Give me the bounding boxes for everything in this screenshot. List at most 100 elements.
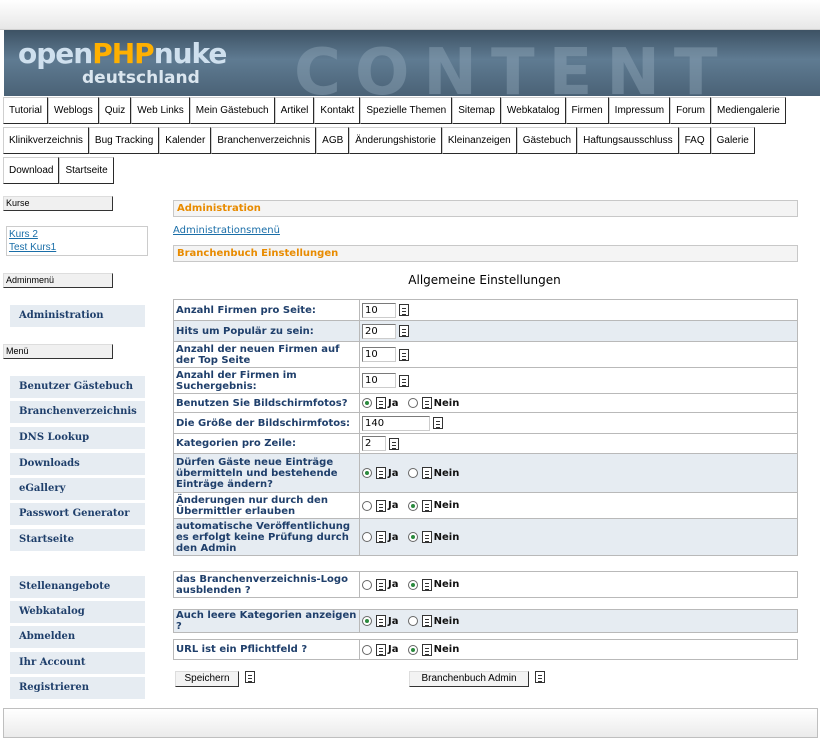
empty-categories-yes-radio[interactable] [362, 616, 372, 626]
nav-tab[interactable]: FAQ [678, 127, 711, 154]
kurs-link[interactable]: Test Kurs1 [7, 241, 147, 254]
sidebar-menu-item[interactable]: Stellenangebote [10, 576, 145, 598]
setting-value: Ja Nein [359, 393, 798, 413]
nav-tab[interactable]: Kontakt [314, 97, 361, 124]
info-icon[interactable] [399, 374, 409, 387]
info-icon[interactable] [376, 615, 386, 627]
nav-tab[interactable]: Tutorial [3, 97, 48, 124]
adminmenu-block-toggle[interactable]: Adminmenü [3, 273, 113, 288]
sidebar-menu-item[interactable]: Downloads [10, 453, 145, 475]
info-icon[interactable] [376, 578, 386, 591]
nav-tab[interactable]: Kalender [159, 127, 212, 154]
info-icon[interactable] [421, 578, 432, 591]
nav-tab[interactable]: Spezielle Themen [360, 97, 453, 124]
nav-tab[interactable]: AGB [316, 127, 350, 154]
nav-tab[interactable]: Weblogs [47, 97, 99, 124]
info-icon[interactable] [245, 671, 255, 683]
info-icon[interactable] [421, 643, 432, 656]
popular-hits-input[interactable]: 20 [362, 323, 396, 339]
sidebar-menu-item[interactable]: Abmelden [10, 626, 145, 648]
info-icon[interactable] [376, 467, 386, 479]
screenshots-yes-radio[interactable] [362, 398, 372, 408]
info-icon[interactable] [421, 467, 432, 479]
info-icon[interactable] [376, 643, 386, 656]
setting-value: 140 [359, 412, 798, 434]
hide-logo-no-radio[interactable] [407, 579, 418, 590]
nav-tab[interactable]: Mediengalerie [711, 97, 786, 124]
owner-only-no-radio[interactable] [407, 500, 418, 511]
info-icon[interactable] [535, 671, 545, 683]
kurs-link[interactable]: Kurs 2 [7, 228, 147, 241]
nav-tab[interactable]: Mein Gästebuch [189, 97, 275, 124]
nav-tab[interactable]: Gästebuch [516, 127, 578, 154]
sidebar-menu-item[interactable]: Registrieren [10, 677, 145, 699]
sidebar-menu-item[interactable]: Startseite [10, 529, 145, 551]
categories-per-row-input[interactable]: 2 [362, 436, 386, 451]
url-required-no-radio[interactable] [407, 644, 418, 655]
screenshots-no-radio[interactable] [407, 398, 418, 408]
option-yes-label: Ja [388, 644, 399, 655]
nav-tab[interactable]: Galerie [710, 127, 755, 154]
info-icon[interactable] [421, 397, 432, 409]
info-icon[interactable] [399, 304, 409, 316]
sidebar-menu-item[interactable]: eGallery [10, 478, 145, 500]
nav-tab[interactable]: Klinikverzeichnis [3, 127, 89, 154]
nav-tab[interactable]: Webkatalog [500, 97, 566, 124]
save-button[interactable]: Speichern [175, 671, 239, 687]
guests-submit-yes-radio[interactable] [362, 468, 372, 478]
info-icon[interactable] [433, 417, 443, 429]
nav-row-1: Tutorial Weblogs Quiz Web Links Mein Gäs… [3, 97, 786, 124]
setting-label: Kategorien pro Zeile: [173, 433, 360, 454]
option-yes-label: Ja [388, 500, 399, 511]
nav-tab[interactable]: Firmen [565, 97, 609, 124]
auto-publish-yes-radio[interactable] [362, 532, 372, 542]
info-icon[interactable] [389, 437, 399, 450]
firms-per-page-input[interactable]: 10 [362, 302, 396, 318]
nav-tab[interactable]: Startseite [59, 157, 114, 184]
branchenbuch-admin-button[interactable]: Branchenbuch Admin [409, 671, 529, 687]
info-icon[interactable] [376, 531, 386, 543]
nav-tab[interactable]: Sitemap [452, 97, 501, 124]
site-logo[interactable]: openPHPnuke [18, 40, 227, 68]
guests-submit-no-radio[interactable] [407, 468, 418, 478]
kurse-block-toggle[interactable]: Kurse [3, 196, 113, 211]
search-results-input[interactable]: 10 [362, 373, 396, 388]
nav-tab[interactable]: Branchenverzeichnis [211, 127, 317, 154]
nav-tab[interactable]: Impressum [608, 97, 671, 124]
sidebar-menu-item[interactable]: Passwort Generator [10, 503, 145, 525]
owner-only-yes-radio[interactable] [362, 500, 372, 511]
info-icon[interactable] [399, 325, 409, 337]
info-icon[interactable] [399, 348, 409, 361]
sidebar-menu-item[interactable]: Benutzer Gästebuch [10, 376, 145, 398]
nav-tab[interactable]: Download [3, 157, 60, 184]
nav-tab[interactable]: Forum [670, 97, 712, 124]
empty-categories-no-radio[interactable] [407, 616, 418, 626]
sidebar-menu-item[interactable]: Branchenverzeichnis [10, 401, 145, 423]
site-banner: CONTENT openPHPnuke deutschland [4, 30, 820, 96]
nav-tab[interactable]: Änderungshistorie [349, 127, 442, 154]
sidebar-menu-item[interactable]: Webkatalog [10, 601, 145, 623]
settings-table: Anzahl Firmen pro Seite: 10 Hits um Popu… [173, 299, 798, 556]
admin-menu-link[interactable]: Administrationsmenü [173, 225, 280, 236]
nav-tab[interactable]: Quiz [98, 97, 132, 124]
info-icon[interactable] [376, 499, 386, 512]
nav-tab[interactable]: Web Links [131, 97, 190, 124]
sidebar-item-administration[interactable]: Administration [10, 305, 145, 327]
nav-tab[interactable]: Haftungsausschluss [577, 127, 679, 154]
nav-tab[interactable]: Bug Tracking [88, 127, 160, 154]
info-icon[interactable] [421, 499, 432, 512]
logo-subtitle: deutschland [82, 68, 200, 88]
nav-tab[interactable]: Kleinanzeigen [441, 127, 517, 154]
hide-logo-yes-radio[interactable] [362, 579, 372, 590]
info-icon[interactable] [376, 397, 386, 409]
auto-publish-no-radio[interactable] [407, 532, 418, 542]
url-required-yes-radio[interactable] [362, 644, 372, 655]
info-icon[interactable] [421, 615, 432, 627]
screenshot-size-input[interactable]: 140 [362, 415, 430, 431]
sidebar-menu-item[interactable]: Ihr Account [10, 652, 145, 674]
menu-block-toggle[interactable]: Menü [3, 344, 113, 359]
top-new-firms-input[interactable]: 10 [362, 347, 396, 362]
nav-tab[interactable]: Artikel [274, 97, 315, 124]
info-icon[interactable] [421, 531, 432, 543]
sidebar-menu-item[interactable]: DNS Lookup [10, 427, 145, 449]
